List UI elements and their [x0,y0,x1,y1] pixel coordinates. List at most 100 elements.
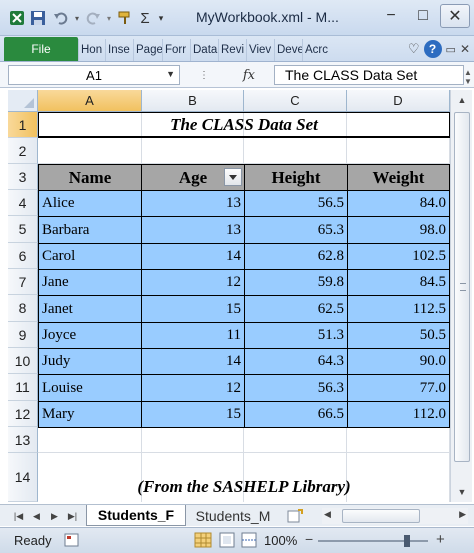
save-icon[interactable] [26,7,50,29]
scroll-down-icon[interactable]: ▼ [451,482,473,502]
name-box-dropdown-icon[interactable]: ▼ [166,69,175,79]
row-header-14[interactable]: 14 [8,453,38,502]
tab-page-layout[interactable]: Page [133,39,162,61]
header-name[interactable]: Name [38,164,142,191]
cell-weight[interactable]: 98.0 [347,216,450,244]
cell-height[interactable]: 56.5 [244,190,348,217]
row-header-6[interactable]: 6 [8,243,38,269]
cell-height[interactable]: 62.8 [244,243,348,270]
expand-formula-bar-icon[interactable]: ▲ ▼ [464,68,472,86]
tab-review[interactable]: Revi [218,39,246,61]
header-weight[interactable]: Weight [347,164,450,191]
row-header-2[interactable]: 2 [8,138,38,164]
macro-recording-icon[interactable] [64,533,80,550]
vertical-scrollbar[interactable]: ▲ ▼ [450,90,472,502]
header-age[interactable]: Age [141,164,245,191]
last-sheet-icon[interactable]: ▶| [66,508,79,524]
cell-height[interactable]: 62.5 [244,295,348,323]
next-sheet-icon[interactable]: ▶ [48,508,61,524]
cell-name[interactable]: Louise [38,374,142,402]
tab-developer[interactable]: Deve [274,39,302,61]
cell-weight[interactable]: 90.0 [347,348,450,375]
cell-age[interactable]: 13 [141,216,245,244]
cell-name[interactable]: Judy [38,348,142,375]
row-header-5[interactable]: 5 [8,216,38,243]
redo-icon[interactable] [82,7,104,29]
autosum-icon[interactable]: Σ [136,7,154,29]
row-header-4[interactable]: 4 [8,190,38,216]
zoom-slider[interactable] [318,535,428,547]
tab-acrobat[interactable]: Acrc [302,39,328,61]
cell-weight[interactable]: 84.0 [347,190,450,217]
row-header-13[interactable]: 13 [8,427,38,453]
zoom-in-icon[interactable]: + [436,531,445,548]
tab-data[interactable]: Data [190,39,218,61]
column-header-a[interactable]: A [38,90,142,112]
heart-icon[interactable]: ♡ [408,41,420,57]
insert-function-icon[interactable]: fx [243,68,255,83]
cell-age[interactable]: 12 [141,374,245,402]
cell-name[interactable]: Janet [38,295,142,323]
scroll-up-icon[interactable]: ▲ [451,90,473,110]
row-header-9[interactable]: 9 [8,322,38,348]
sheet-tab-students-f[interactable]: Students_F [86,505,186,526]
ribbon-minimize-icon[interactable]: ▭ [446,43,456,56]
horizontal-scroll-thumb[interactable] [342,509,420,523]
cell-weight[interactable]: 112.5 [347,295,450,323]
cell-name[interactable]: Alice [38,190,142,217]
cell-weight[interactable]: 112.0 [347,401,450,428]
cell-weight[interactable]: 50.5 [347,322,450,349]
filter-dropdown-button[interactable] [224,168,242,186]
format-painter-icon[interactable] [114,7,136,29]
customize-qat-icon[interactable]: ▾ [154,7,168,29]
page-break-preview-icon[interactable] [240,532,258,551]
column-header-b[interactable]: B [142,90,244,112]
cell-age[interactable]: 15 [141,401,245,428]
column-header-d[interactable]: D [347,90,450,112]
scroll-left-icon[interactable]: ◀ [324,509,331,520]
insert-sheet-icon[interactable] [286,508,304,524]
maximize-button[interactable]: □ [408,4,438,28]
undo-icon[interactable] [50,7,72,29]
cell-name[interactable]: Barbara [38,216,142,244]
excel-app-icon[interactable] [8,7,26,29]
workbook-close-icon[interactable]: ✕ [460,42,470,56]
footer-cell[interactable]: (From the SASHELP Library) [38,475,450,499]
cell-weight[interactable]: 102.5 [347,243,450,270]
cell-age[interactable]: 11 [141,322,245,349]
tab-insert[interactable]: Inse [105,39,133,61]
cell-height[interactable]: 56.3 [244,374,348,402]
undo-dropdown-icon[interactable]: ▾ [72,7,82,29]
redo-dropdown-icon[interactable]: ▾ [104,7,114,29]
row-header-12[interactable]: 12 [8,401,38,427]
name-box[interactable]: A1 ▼ [8,65,180,85]
cell-height[interactable]: 64.3 [244,348,348,375]
row-header-8[interactable]: 8 [8,295,38,322]
column-header-c[interactable]: C [244,90,347,112]
cell-height[interactable]: 51.3 [244,322,348,349]
cell-age[interactable]: 14 [141,348,245,375]
cell-height[interactable]: 66.5 [244,401,348,428]
cell-weight[interactable]: 84.5 [347,269,450,296]
cell-weight[interactable]: 77.0 [347,374,450,402]
help-icon[interactable]: ? [423,40,442,58]
zoom-slider-thumb[interactable] [404,535,410,547]
minimize-button[interactable]: − [376,4,406,28]
cell-name[interactable]: Carol [38,243,142,270]
row-header-7[interactable]: 7 [8,269,38,295]
header-height[interactable]: Height [244,164,348,191]
title-cell[interactable]: The CLASS Data Set [38,112,450,138]
row-header-3[interactable]: 3 [8,164,38,190]
row-header-11[interactable]: 11 [8,374,38,401]
tab-home[interactable]: Hon [78,39,105,61]
row-header-10[interactable]: 10 [8,348,38,374]
row-header-1[interactable]: 1 [8,112,38,138]
page-layout-view-icon[interactable] [218,532,236,551]
cell-height[interactable]: 59.8 [244,269,348,296]
select-all-button[interactable] [8,90,38,112]
zoom-out-icon[interactable]: − [305,531,313,547]
zoom-level[interactable]: 100% [264,533,297,548]
cell-name[interactable]: Joyce [38,322,142,349]
tab-file[interactable]: File [4,37,78,61]
first-sheet-icon[interactable]: |◀ [12,508,25,524]
